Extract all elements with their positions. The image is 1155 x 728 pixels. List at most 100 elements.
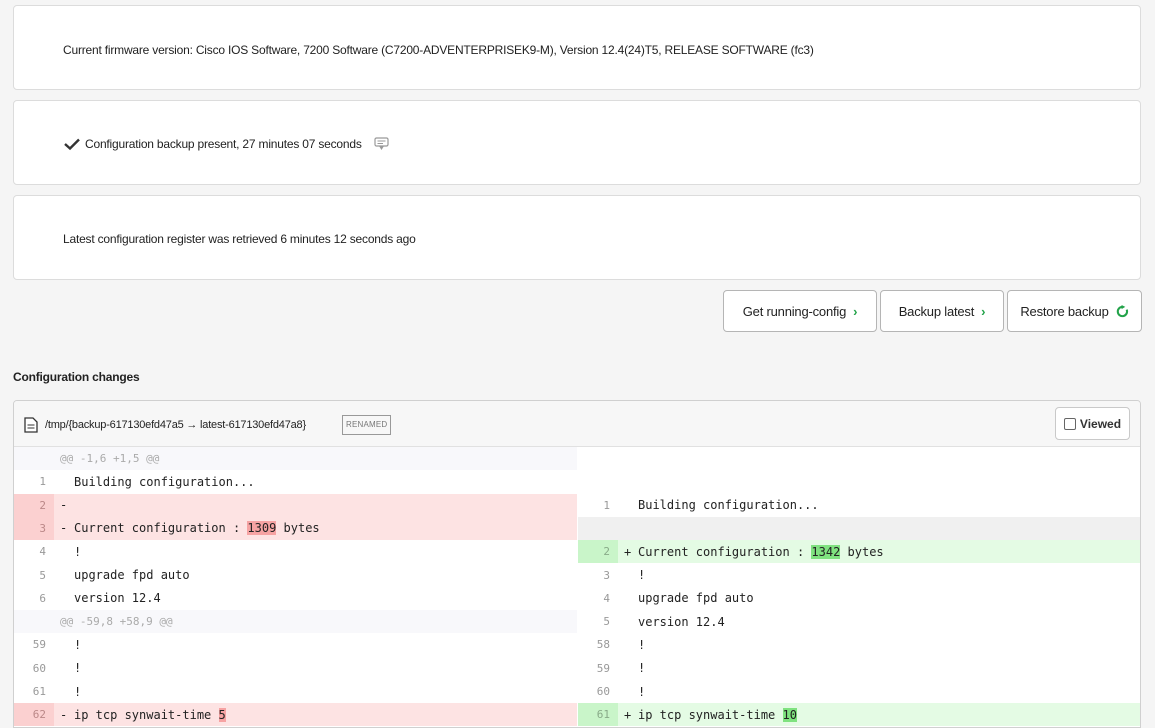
code-line: ! — [618, 657, 645, 680]
check-icon — [64, 138, 80, 151]
code-text: version 12.4 — [74, 591, 161, 606]
code-line: ! — [54, 633, 81, 656]
diff-row-new: 58! — [578, 633, 1140, 656]
line-number: 4 — [39, 545, 46, 559]
diff-row-old: 6 version 12.4 — [14, 587, 577, 610]
code-text: ! — [74, 544, 82, 559]
code-text: @@ -1,6 +1,5 @@ — [60, 452, 160, 465]
diff-row-old: @@ -59,8 +58,9 @@ — [14, 610, 577, 634]
firmware-card: Current firmware version: Cisco IOS Soft… — [13, 5, 1141, 90]
code-line: - ip tcp synwait-time 5 — [54, 703, 226, 726]
code-line: - — [54, 494, 74, 517]
renamed-badge: RENAMED — [342, 415, 392, 435]
diff-row-new: 61 + ip tcp synwait-time 10 — [578, 703, 1140, 727]
line-number — [14, 447, 54, 470]
code-text: ! — [74, 661, 82, 676]
code-text: @@ -59,8 +58,9 @@ — [60, 615, 173, 629]
diff-row-new: 5 version 12.4 — [578, 610, 1140, 633]
code-line: ! — [618, 633, 645, 656]
diff-row-old: 2- — [14, 493, 577, 517]
code-text: ! — [638, 568, 646, 582]
register-text: Latest configuration register was retrie… — [63, 232, 416, 246]
changed-token: 1342 — [811, 544, 841, 559]
refresh-icon — [1116, 304, 1128, 317]
line-number: 1 — [603, 498, 610, 512]
line-number — [14, 610, 54, 633]
diff-row-new: 4 upgrade fpd auto — [578, 587, 1140, 610]
note-icon[interactable] — [374, 137, 390, 151]
code-line: version 12.4 — [54, 587, 161, 610]
diff-row-old: 60! — [14, 657, 577, 680]
code-line: ! — [54, 680, 81, 703]
restore-backup-label: Restore backup — [1020, 303, 1109, 319]
code-text: ip tcp synwait-time — [638, 707, 783, 722]
code-text: ! — [74, 637, 82, 652]
code-text: Current configuration : — [74, 521, 248, 536]
configuration-changes-heading: Configuration changes — [13, 370, 140, 384]
line-number: 3 — [14, 516, 54, 540]
diff-file-path: /tmp/{backup-617130efd47a5 → latest-6171… — [45, 419, 306, 431]
line-number: 6 — [39, 591, 46, 605]
backup-latest-label: Backup latest — [898, 303, 975, 319]
code-line: @@ -59,8 +58,9 @@ — [54, 610, 173, 633]
chevron-right-icon: › — [981, 303, 986, 319]
viewed-checkbox[interactable] — [1063, 417, 1076, 430]
code-text: ip tcp synwait-time — [74, 707, 219, 722]
code-line: + Current configuration : 1342 bytes — [618, 540, 884, 563]
code-text: ! — [638, 637, 646, 652]
code-line: @@ -1,6 +1,5 @@ — [54, 447, 159, 470]
line-number: 3 — [603, 568, 610, 582]
code-text: bytes — [276, 521, 320, 536]
code-text: version 12.4 — [638, 614, 725, 629]
diff-row-old: 61! — [14, 680, 577, 703]
diff-row-new: 59! — [578, 657, 1140, 680]
code-text: upgrade fpd auto — [638, 591, 754, 606]
code-line: + ip tcp synwait-time 10 — [618, 703, 797, 726]
diff-file-header: /tmp/{backup-617130efd47a5 → latest-6171… — [14, 401, 1140, 447]
restore-backup-button[interactable]: Restore backup — [1007, 290, 1142, 332]
diff-row-new — [578, 516, 1140, 540]
diff-marker: - — [60, 521, 68, 536]
diff-row-old: 5 upgrade fpd auto — [14, 564, 577, 587]
line-number: 59 — [32, 638, 46, 652]
diff-marker: - — [60, 498, 68, 513]
line-number: 1 — [39, 475, 46, 489]
code-line: Building configuration... — [618, 494, 819, 517]
firmware-text: Current firmware version: Cisco IOS Soft… — [63, 43, 814, 57]
get-running-config-button[interactable]: Get running-config › — [723, 290, 877, 332]
code-text: Building configuration... — [638, 498, 819, 513]
diff-marker: + — [624, 544, 632, 559]
diff-row-old: 3- Current configuration : 1309 bytes — [14, 516, 577, 540]
code-line: upgrade fpd auto — [54, 564, 190, 587]
changed-token: 5 — [218, 707, 226, 722]
line-number: 61 — [32, 685, 46, 698]
code-text: bytes — [840, 544, 884, 559]
code-line: - Current configuration : 1309 bytes — [54, 517, 320, 540]
chevron-right-icon: › — [853, 303, 858, 319]
line-number: 60 — [32, 661, 46, 675]
code-line: Building configuration... — [54, 470, 255, 493]
diff-row-old: @@ -1,6 +1,5 @@ — [14, 447, 577, 470]
line-number: 62 — [14, 703, 54, 727]
diff-row-new: 1 Building configuration... — [578, 494, 1140, 517]
file-icon — [24, 417, 38, 433]
line-number: 59 — [596, 661, 610, 675]
viewed-toggle[interactable]: Viewed — [1055, 407, 1130, 440]
code-text: upgrade fpd auto — [74, 568, 190, 582]
backup-status-text: Configuration backup present, 27 minutes… — [85, 137, 362, 151]
code-line: ! — [618, 564, 645, 587]
diff-row-old: 4! — [14, 540, 577, 563]
code-line: version 12.4 — [618, 610, 725, 633]
line-number: 5 — [603, 615, 610, 629]
code-text: ! — [638, 661, 646, 676]
code-line: upgrade fpd auto — [618, 587, 754, 610]
backup-latest-button[interactable]: Backup latest › — [880, 290, 1004, 332]
diff-marker: - — [60, 707, 68, 722]
line-number: 60 — [596, 685, 610, 698]
get-running-config-label: Get running-config — [742, 303, 847, 319]
diff-row-new — [578, 470, 1140, 493]
diff-viewer: /tmp/{backup-617130efd47a5 → latest-6171… — [13, 400, 1141, 728]
code-line: ! — [54, 540, 81, 563]
diff-row-old: 62- ip tcp synwait-time 5 — [14, 703, 577, 727]
diff-row-new — [578, 447, 1140, 470]
